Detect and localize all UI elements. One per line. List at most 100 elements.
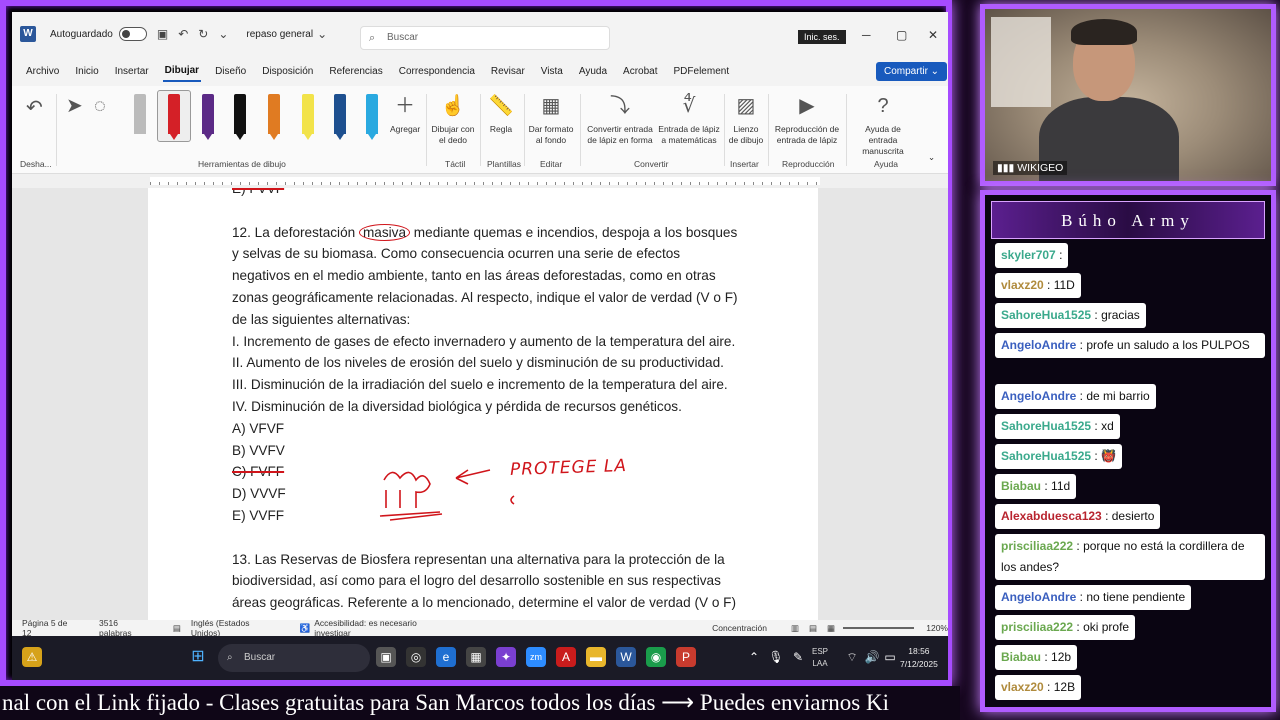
chat-username[interactable]: SahoreHua1525	[1001, 419, 1091, 433]
chat-username[interactable]: SahoreHua1525	[1001, 308, 1091, 322]
close-icon[interactable]: ✕	[928, 28, 938, 42]
q12-line: 12. La deforestación masiva mediante que…	[232, 223, 738, 241]
print-layout-icon[interactable]: ▤	[809, 623, 817, 634]
purple-pen-icon[interactable]	[202, 94, 214, 140]
draw-with-finger-button[interactable]: ☝ Dibujar con el dedo	[430, 92, 476, 146]
blue-pen-icon[interactable]	[334, 94, 346, 140]
add-pen-button[interactable]: ＋ Agregar	[390, 92, 420, 135]
word-taskbar-icon[interactable]: W	[616, 647, 636, 667]
redo-icon[interactable]: ↻	[198, 27, 208, 41]
tab-referencias[interactable]: Referencias	[327, 62, 384, 81]
lasso-select-icon[interactable]: ◌	[94, 92, 106, 124]
ink-to-shape-button[interactable]: ⤵ Convertir entrada de lápiz en forma	[586, 92, 654, 146]
web-layout-icon[interactable]: ▦	[827, 623, 835, 634]
read-mode-icon[interactable]: ▥	[791, 623, 799, 634]
black-pen-icon[interactable]	[234, 94, 246, 140]
customize-qat-icon[interactable]: ⌄	[218, 27, 228, 41]
powerpoint-icon[interactable]: P	[676, 647, 696, 667]
wifi-icon[interactable]: ⌔	[842, 647, 862, 667]
pen-tray-icon[interactable]: ✎	[788, 647, 808, 667]
accessibility-icon[interactable]: ♿	[300, 623, 311, 634]
yellow-highlighter-icon[interactable]	[302, 94, 314, 140]
chat-username[interactable]: AngeloAndre	[1001, 338, 1076, 352]
share-button[interactable]: Compartir ⌄	[876, 62, 948, 81]
edge-icon[interactable]: e	[436, 647, 456, 667]
zoom-slider[interactable]	[843, 627, 915, 629]
tab-disposici-n[interactable]: Disposición	[260, 62, 315, 81]
select-arrow-icon[interactable]: ➤	[66, 92, 83, 124]
tab-archivo[interactable]: Archivo	[24, 62, 61, 81]
tab-correspondencia[interactable]: Correspondencia	[397, 62, 477, 81]
collapse-ribbon-icon[interactable]: ⌄	[928, 152, 935, 163]
task-view-icon[interactable]: ▣	[376, 647, 396, 667]
page-count[interactable]: Página 5 de 12	[22, 618, 77, 636]
chat-username[interactable]: skyler707	[1001, 248, 1056, 262]
chat-username[interactable]: Biabau	[1001, 479, 1041, 493]
tray-chevron-icon[interactable]: ⌃	[744, 647, 764, 667]
chat-username[interactable]: AngeloAndre	[1001, 590, 1076, 604]
focus-mode-button[interactable]: Concentración	[712, 623, 767, 633]
tab-vista[interactable]: Vista	[539, 62, 565, 81]
chevron-down-icon[interactable]: ⌄	[317, 27, 327, 41]
tab-pdfelement[interactable]: PDFelement	[672, 62, 732, 81]
draw-finger-label-1: Dibujar con	[431, 124, 475, 134]
acrobat-icon[interactable]: A	[556, 647, 576, 667]
tab-revisar[interactable]: Revisar	[489, 62, 527, 81]
undo-draw-icon[interactable]: ↶	[26, 94, 43, 126]
tab-dise-o[interactable]: Diseño	[213, 62, 248, 81]
document-page[interactable]: E) FVVF 12. La deforestación masiva medi…	[148, 188, 818, 620]
chat-username[interactable]: prisciliaa222	[1001, 539, 1073, 553]
signin-button[interactable]: Inic. ses.	[798, 30, 846, 44]
chat-username[interactable]: SahoreHua1525	[1001, 449, 1091, 463]
zoom-level[interactable]: 120%	[926, 623, 948, 633]
chat-username[interactable]: Biabau	[1001, 650, 1041, 664]
maximize-icon[interactable]: ▢	[896, 28, 907, 42]
minimize-icon[interactable]: ─	[862, 28, 871, 42]
chat-username[interactable]: Alexabduesca123	[1001, 509, 1102, 523]
start-icon[interactable]: ⊞	[188, 647, 208, 667]
search-input[interactable]: ⌕ Buscar	[360, 26, 610, 50]
save-icon[interactable]: ▣	[157, 27, 168, 41]
calculator-icon[interactable]: ▦	[466, 647, 486, 667]
undo-icon[interactable]: ↶	[178, 27, 188, 41]
word-count[interactable]: 3516 palabras	[99, 618, 151, 636]
tab-acrobat[interactable]: Acrobat	[621, 62, 659, 81]
proofing-icon[interactable]: ▤	[173, 623, 181, 634]
language-status[interactable]: Inglés (Estados Unidos)	[191, 618, 278, 636]
ink-to-math-button[interactable]: ∜ Entrada de lápiz a matemáticas	[658, 92, 720, 146]
canvas-label-2: de dibujo	[728, 135, 764, 145]
tab-insertar[interactable]: Insertar	[113, 62, 151, 81]
chat-username[interactable]: vlaxz20	[1001, 278, 1044, 292]
tab-inicio[interactable]: Inicio	[73, 62, 100, 81]
tab-ayuda[interactable]: Ayuda	[577, 62, 609, 81]
chrome-icon[interactable]: ◉	[646, 647, 666, 667]
language-indicator[interactable]: ESP LAA	[812, 646, 828, 670]
file-explorer-icon[interactable]: ▬	[586, 647, 606, 667]
document-name[interactable]: repaso general	[246, 29, 313, 40]
tab-dibujar[interactable]: Dibujar	[162, 61, 202, 82]
ruler-button[interactable]: 📏 Regla	[486, 92, 516, 135]
app-icon[interactable]: ◎	[406, 647, 426, 667]
drawing-canvas-button[interactable]: ▨ Lienzo de dibujo	[728, 92, 764, 146]
eraser-icon[interactable]	[134, 94, 146, 134]
chat-username[interactable]: vlaxz20	[1001, 680, 1044, 694]
cyan-pen-icon[interactable]	[366, 94, 378, 140]
search-icon: ⌕	[369, 32, 376, 44]
ink-replay-button[interactable]: ▶ Reproducción de entrada de lápiz	[774, 92, 840, 146]
autosave-toggle[interactable]	[118, 27, 147, 41]
orange-pen-icon[interactable]	[268, 94, 280, 140]
weather-widget-icon[interactable]: ⚠	[22, 647, 42, 667]
chat-username[interactable]: prisciliaa222	[1001, 620, 1073, 634]
copilot-icon[interactable]: ✦	[496, 647, 516, 667]
taskbar-clock[interactable]: 18:56 7/12/2025	[900, 645, 938, 671]
format-background-button[interactable]: ▦ Dar formato al fondo	[528, 92, 574, 146]
zoom-app-icon[interactable]: zm	[526, 647, 546, 667]
ink-help-button[interactable]: ? Ayuda de entrada manuscrita	[850, 92, 916, 157]
chat-username[interactable]: AngeloAndre	[1001, 389, 1076, 403]
accessibility-status[interactable]: Accesibilidad: es necesario investigar	[314, 618, 450, 636]
volume-icon[interactable]: 🔊	[862, 647, 882, 667]
battery-icon[interactable]: ▭	[880, 647, 900, 667]
microphone-icon[interactable]: 🎙	[766, 647, 786, 667]
taskbar-search[interactable]: ⌕ Buscar	[218, 644, 370, 672]
red-pen-icon[interactable]	[168, 94, 180, 140]
